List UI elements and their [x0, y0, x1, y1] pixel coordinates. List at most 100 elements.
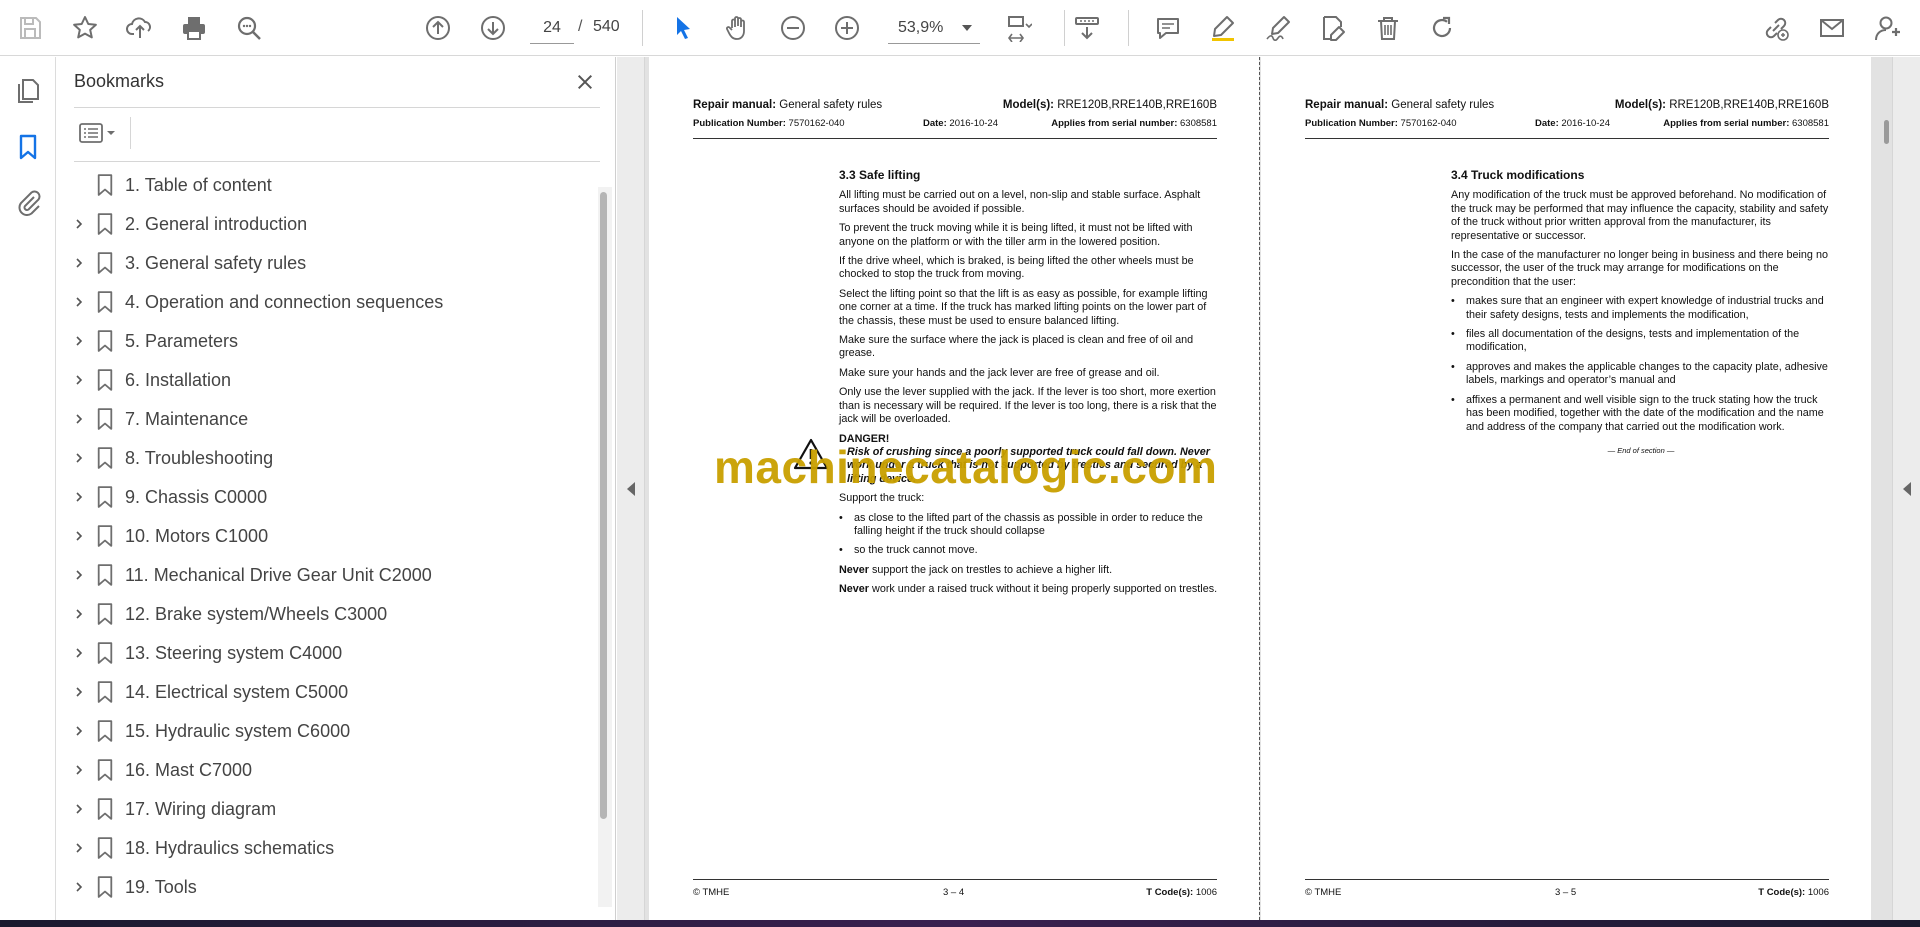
bookmark-label: 8. Troubleshooting: [125, 448, 274, 468]
bookmark-item[interactable]: 13. Steering system C4000: [56, 635, 596, 671]
bookmark-item[interactable]: 16. Mast C7000: [56, 752, 596, 788]
page-thumbnails-icon[interactable]: [10, 73, 46, 109]
bookmark-item[interactable]: 18. Hydraulics schematics: [56, 830, 596, 866]
close-icon[interactable]: [570, 67, 600, 97]
star-icon[interactable]: [67, 10, 103, 46]
chevron-right-icon[interactable]: [69, 487, 89, 507]
bookmark-label: 14. Electrical system C5000: [125, 682, 349, 702]
chevron-right-icon[interactable]: [69, 448, 89, 468]
bookmark-label: 10. Motors C1000: [125, 526, 269, 546]
upload-icon[interactable]: [122, 10, 158, 46]
paragraph: Make sure your hands and the jack lever …: [839, 366, 1160, 379]
bookmark-label: 3. General safety rules: [125, 253, 307, 273]
email-icon[interactable]: [1814, 10, 1850, 46]
chevron-right-icon[interactable]: [69, 643, 89, 663]
list-item: makes sure that an engineer with expert …: [1451, 295, 1831, 322]
bullet-list: makes sure that an engineer with expert …: [1451, 295, 1831, 434]
bookmark-item[interactable]: 1. Table of content: [56, 167, 596, 203]
bookmark-label: 16. Mast C7000: [125, 760, 253, 780]
zoom-level-select[interactable]: 53,9%: [888, 12, 980, 44]
bookmark-item[interactable]: 8. Troubleshooting: [56, 440, 596, 476]
bookmark-panel-icon[interactable]: [10, 129, 46, 165]
paragraph: Never support the jack on trestles to ac…: [839, 564, 1219, 577]
bookmark-item[interactable]: 11. Mechanical Drive Gear Unit C2000: [56, 557, 596, 593]
bookmark-item[interactable]: 3. General safety rules: [56, 245, 596, 281]
select-arrow-icon[interactable]: [665, 10, 701, 46]
chevron-right-icon[interactable]: [69, 760, 89, 780]
chevron-right-icon[interactable]: [69, 877, 89, 897]
fit-page-icon[interactable]: [1000, 10, 1036, 46]
zoom-search-icon[interactable]: [231, 10, 267, 46]
chevron-right-icon[interactable]: [69, 682, 89, 702]
share-link-icon[interactable]: [1758, 10, 1794, 46]
chevron-right-icon[interactable]: [69, 526, 89, 546]
chevron-right-icon[interactable]: [69, 565, 89, 585]
bookmark-item[interactable]: 14. Electrical system C5000: [56, 674, 596, 710]
bookmark-label: 5. Parameters: [125, 331, 239, 351]
chevron-right-icon[interactable]: [69, 370, 89, 390]
bookmark-icon: [92, 289, 118, 315]
bookmark-item[interactable]: 17. Wiring diagram: [56, 791, 596, 827]
paragraph: All lifting must be carried out on a lev…: [839, 189, 1201, 215]
toolbar-divider: [1128, 10, 1129, 46]
zoom-in-icon[interactable]: [829, 10, 865, 46]
chevron-right-icon[interactable]: [69, 409, 89, 429]
bookmark-item[interactable]: 10. Motors C1000: [56, 518, 596, 554]
bookmark-label: 11. Mechanical Drive Gear Unit C2000: [125, 565, 432, 585]
expand-right-panel-button[interactable]: [1892, 57, 1920, 920]
bookmark-scrollbar-thumb[interactable]: [600, 192, 607, 819]
bookmark-item[interactable]: 6. Installation: [56, 362, 596, 398]
bookmark-item[interactable]: 7. Maintenance: [56, 401, 596, 437]
triangle-left-icon: [626, 481, 635, 496]
chevron-right-icon[interactable]: [69, 721, 89, 741]
chevron-right-icon[interactable]: [69, 799, 89, 819]
bookmark-item[interactable]: 2. General introduction: [56, 206, 596, 242]
list-item: so the truck cannot move.: [839, 544, 1219, 558]
bookmark-item[interactable]: 4. Operation and connection sequences: [56, 284, 596, 320]
chevron-right-icon[interactable]: [69, 292, 89, 312]
paragraph-text: work under a raised truck without it bei…: [869, 583, 1218, 596]
header-rule: [693, 138, 1217, 139]
chevron-right-icon[interactable]: [69, 214, 89, 234]
delete-icon[interactable]: [1370, 10, 1406, 46]
bookmark-options-button[interactable]: [74, 115, 122, 151]
bookmark-item[interactable]: 12. Brake system/Wheels C3000: [56, 596, 596, 632]
zoom-out-icon[interactable]: [775, 10, 811, 46]
attachment-icon[interactable]: [10, 184, 46, 220]
chevron-down-icon: [962, 24, 972, 31]
comment-icon[interactable]: [1150, 10, 1186, 46]
bookmark-icon: [92, 640, 118, 666]
chevron-right-icon[interactable]: [69, 253, 89, 273]
bookmark-item[interactable]: 9. Chassis C0000: [56, 479, 596, 515]
page-body: 3.3 Safe lifting All lifting must be car…: [839, 168, 1219, 603]
account-icon[interactable]: [1870, 10, 1906, 46]
page-down-icon[interactable]: [475, 10, 511, 46]
chevron-right-icon[interactable]: [69, 331, 89, 351]
current-page-input[interactable]: [530, 12, 574, 44]
paragraph: Select the lifting point so that the lif…: [839, 287, 1208, 327]
bookmark-label: 17. Wiring diagram: [125, 799, 277, 819]
bookmark-label: 12. Brake system/Wheels C3000: [125, 604, 388, 624]
bookmark-item[interactable]: 5. Parameters: [56, 323, 596, 359]
paragraph: Never work under a raised truck without …: [839, 583, 1219, 596]
bookmark-item[interactable]: 19. Tools: [56, 869, 596, 905]
bookmark-item[interactable]: 15. Hydraulic system C6000: [56, 713, 596, 749]
save-icon[interactable]: [12, 10, 48, 46]
edit-icon[interactable]: [1315, 10, 1351, 46]
list-item: files all documentation of the designs, …: [1451, 328, 1831, 355]
sign-icon[interactable]: [1260, 10, 1296, 46]
hand-icon[interactable]: [720, 10, 756, 46]
highlight-icon[interactable]: [1205, 10, 1241, 46]
header-date-value: 2016-10-24: [1558, 118, 1610, 129]
header-pub-label: Publication Number:: [693, 118, 786, 129]
chevron-right-icon[interactable]: [69, 604, 89, 624]
page-up-icon[interactable]: [420, 10, 456, 46]
rotate-icon[interactable]: [1424, 10, 1460, 46]
collapse-left-panel-button[interactable]: [617, 57, 645, 920]
section-title: 3.3 Safe lifting: [839, 168, 921, 182]
print-icon[interactable]: [176, 10, 212, 46]
footer-tcode-value: 1006: [1805, 887, 1829, 898]
chevron-right-icon[interactable]: [69, 838, 89, 858]
document-scrollbar-thumb[interactable]: [1884, 120, 1889, 144]
scroll-mode-icon[interactable]: [1069, 10, 1105, 46]
